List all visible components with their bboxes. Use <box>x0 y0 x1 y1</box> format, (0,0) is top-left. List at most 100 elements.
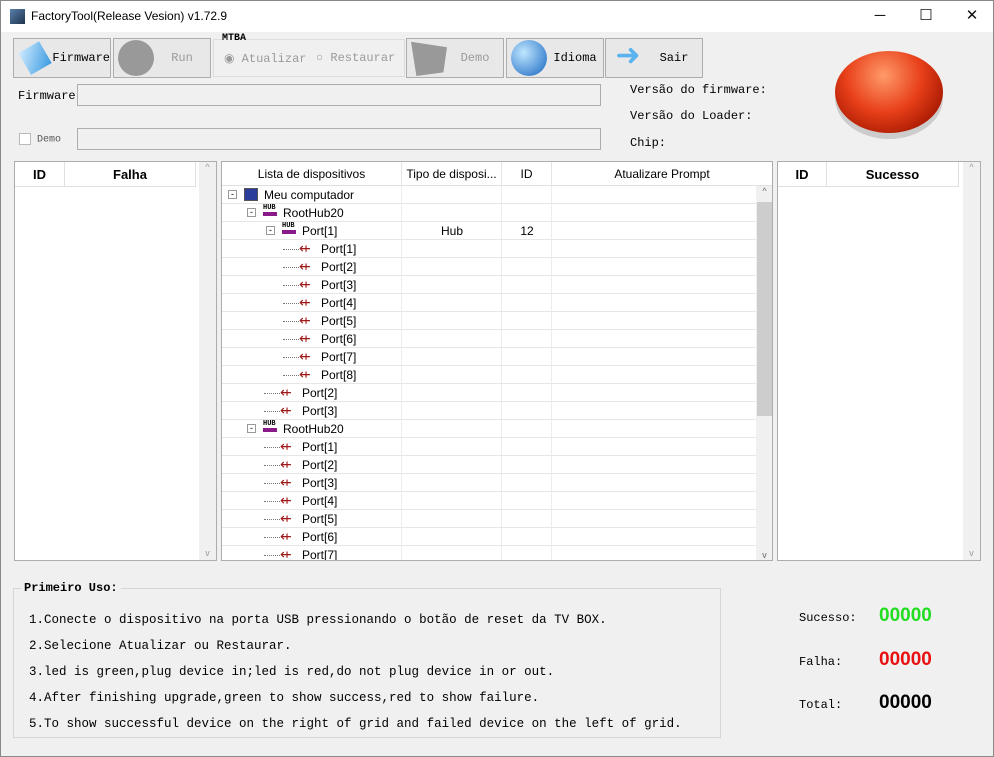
device-type: Hub <box>440 224 463 238</box>
device-type <box>402 186 502 204</box>
demo-button[interactable]: Demo <box>406 38 504 78</box>
usb-icon: ⇷ <box>299 258 311 274</box>
instruction-step: 4.After finishing upgrade,green to show … <box>29 691 540 705</box>
device-row[interactable]: ⇷ Port[3] <box>222 276 756 294</box>
device-row[interactable]: ⇷ Port[3] <box>222 402 756 420</box>
success-header[interactable]: Sucesso <box>827 162 959 187</box>
tree-connector <box>264 537 280 538</box>
device-row[interactable]: ⇷ Port[4] <box>222 294 756 312</box>
device-type <box>402 240 502 258</box>
demo-checkbox-label: Demo <box>37 134 62 146</box>
success-grid[interactable]: ID Sucesso ^ v <box>777 161 981 561</box>
device-id <box>502 510 552 528</box>
demo-checkbox[interactable]: Demo <box>19 133 61 146</box>
device-row[interactable]: ⇷ Port[2] <box>222 258 756 276</box>
first-use-title: Primeiro Uso: <box>21 581 121 595</box>
device-id <box>502 546 552 560</box>
firmware-button-label: Firmware <box>52 51 110 65</box>
device-row[interactable]: ⇷ Port[6] <box>222 528 756 546</box>
device-grid[interactable]: Lista de dispositivos Tipo de disposi...… <box>221 161 773 561</box>
device-type <box>402 492 502 510</box>
device-name: Port[3] <box>302 404 338 418</box>
device-type <box>402 312 502 330</box>
mode-group-label: MTBA <box>222 33 247 44</box>
idioma-button[interactable]: Idioma <box>506 38 604 78</box>
device-id <box>502 348 552 366</box>
device-name: Port[4] <box>321 296 357 310</box>
collapse-toggle[interactable]: - <box>228 190 237 199</box>
collapse-toggle[interactable]: - <box>247 424 256 433</box>
globe-icon <box>511 40 547 76</box>
tree-connector <box>283 375 299 376</box>
status-led-icon <box>835 51 943 133</box>
device-id <box>502 366 552 384</box>
demo-field[interactable] <box>77 128 601 150</box>
device-name: Port[7] <box>302 548 338 561</box>
sair-button-label: Sair <box>659 51 689 65</box>
tree-connector <box>283 357 299 358</box>
device-row[interactable]: ⇷ Port[8] <box>222 366 756 384</box>
device-name: RootHub20 <box>283 206 344 220</box>
device-scrollbar[interactable]: ^ v <box>756 186 772 560</box>
device-row[interactable]: ⇷ Port[7] <box>222 348 756 366</box>
column-header-device-type[interactable]: Tipo de disposi... <box>402 162 502 186</box>
collapse-toggle[interactable]: - <box>247 208 256 217</box>
atualizar-radio[interactable]: ◉ Atualizar <box>224 51 306 66</box>
tree-connector <box>264 519 280 520</box>
restaurar-radio[interactable]: ○ Restaurar <box>316 51 395 65</box>
device-name: Port[3] <box>321 278 357 292</box>
column-header-update-prompt[interactable]: Atualizare Prompt <box>552 162 772 186</box>
fail-header[interactable]: Falha <box>65 162 196 187</box>
device-row[interactable]: ⇷ Port[1] <box>222 240 756 258</box>
device-row[interactable]: ⇷ Port[6] <box>222 330 756 348</box>
minimize-button[interactable]: ─ <box>857 1 903 32</box>
device-name: Port[1] <box>302 224 338 238</box>
fail-id-header[interactable]: ID <box>15 162 65 187</box>
device-type <box>402 420 502 438</box>
device-row[interactable]: - Meu computador <box>222 186 756 204</box>
column-header-device-list[interactable]: Lista de dispositivos <box>222 162 402 186</box>
success-scrollbar[interactable]: ^ v <box>963 162 980 560</box>
tree-connector <box>283 267 299 268</box>
maximize-button[interactable]: ☐ <box>903 1 949 32</box>
device-row[interactable]: ⇷ Port[2] <box>222 456 756 474</box>
device-type <box>402 474 502 492</box>
device-id <box>502 240 552 258</box>
close-button[interactable]: ✕ <box>949 1 994 32</box>
usb-icon: ⇷ <box>280 546 292 561</box>
device-row[interactable]: - HUB RootHub20 <box>222 204 756 222</box>
device-row[interactable]: ⇷ Port[7] <box>222 546 756 561</box>
device-row[interactable]: ⇷ Port[5] <box>222 510 756 528</box>
tree-connector <box>264 411 280 412</box>
device-name: RootHub20 <box>283 422 344 436</box>
device-row[interactable]: ⇷ Port[1] <box>222 438 756 456</box>
fail-grid[interactable]: ID Falha ^ v <box>14 161 217 561</box>
device-row[interactable]: ⇷ Port[2] <box>222 384 756 402</box>
device-row[interactable]: - HUB RootHub20 <box>222 420 756 438</box>
usb-icon: ⇷ <box>280 492 292 508</box>
device-row[interactable]: - HUB Port[1] Hub 12 <box>222 222 756 240</box>
device-scrollbar-thumb[interactable] <box>757 202 772 416</box>
device-name: Port[2] <box>302 386 338 400</box>
collapse-toggle[interactable]: - <box>266 226 275 235</box>
firmware-button[interactable]: Firmware <box>13 38 111 78</box>
device-type <box>402 348 502 366</box>
fail-count: 00000 <box>879 649 932 670</box>
device-id: 12 <box>520 224 534 238</box>
instruction-step: 5.To show successful device on the right… <box>29 717 682 731</box>
success-id-header[interactable]: ID <box>778 162 827 187</box>
device-id <box>502 474 552 492</box>
run-button[interactable]: Run <box>113 38 211 78</box>
device-row[interactable]: ⇷ Port[4] <box>222 492 756 510</box>
device-type <box>402 528 502 546</box>
device-name: Port[7] <box>321 350 357 364</box>
tree-connector <box>283 339 299 340</box>
device-name: Port[3] <box>302 476 338 490</box>
fail-scrollbar[interactable]: ^ v <box>199 162 216 560</box>
device-row[interactable]: ⇷ Port[5] <box>222 312 756 330</box>
device-row[interactable]: ⇷ Port[3] <box>222 474 756 492</box>
sair-button[interactable]: ➜ Sair <box>605 38 703 78</box>
column-header-id[interactable]: ID <box>502 162 552 186</box>
firmware-path-field[interactable] <box>77 84 601 106</box>
usb-icon: ⇷ <box>299 312 311 328</box>
